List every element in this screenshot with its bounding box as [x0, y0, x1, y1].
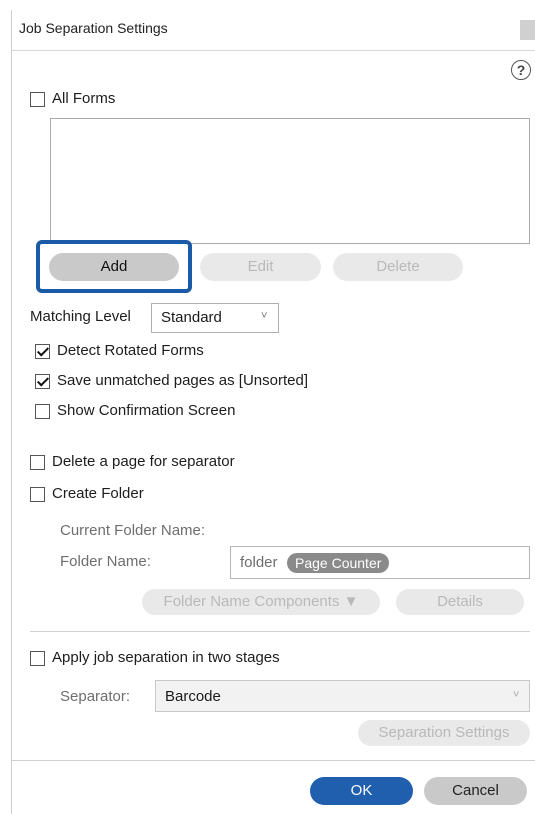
create-folder-label: Create Folder — [52, 485, 144, 502]
title-bar: Job Separation Settings — [12, 10, 535, 50]
window-title: Job Separation Settings — [19, 20, 168, 36]
separator-select[interactable]: Barcode ˅ — [155, 680, 530, 712]
delete-button[interactable]: Delete — [333, 253, 463, 281]
title-bar-control[interactable] — [520, 20, 535, 40]
detect-rotated-label: Detect Rotated Forms — [57, 342, 204, 359]
delete-page-label: Delete a page for separator — [52, 453, 235, 470]
two-stage-label: Apply job separation in two stages — [52, 649, 280, 666]
show-confirmation-checkbox[interactable] — [35, 404, 50, 419]
current-folder-name-label: Current Folder Name: — [60, 522, 206, 539]
separator-label: Separator: — [60, 688, 131, 705]
ok-button[interactable]: OK — [310, 777, 413, 805]
add-button[interactable]: Add — [49, 253, 179, 281]
save-unmatched-label: Save unmatched pages as [Unsorted] — [57, 372, 308, 389]
all-forms-label: All Forms — [52, 90, 116, 107]
edit-button[interactable]: Edit — [200, 253, 321, 281]
delete-page-checkbox[interactable] — [30, 455, 45, 470]
folder-name-text: folder — [240, 554, 278, 571]
chevron-down-icon: ˅ — [261, 310, 268, 322]
folder-name-label: Folder Name: — [60, 553, 151, 570]
details-button[interactable]: Details — [396, 589, 524, 615]
footer-divider — [12, 760, 535, 761]
create-folder-checkbox[interactable] — [30, 487, 45, 502]
save-unmatched-checkbox[interactable] — [35, 374, 50, 389]
matching-level-select[interactable]: Standard ˅ — [151, 303, 279, 333]
folder-name-components-button[interactable]: Folder Name Components ▼ — [142, 589, 380, 615]
matching-level-value: Standard — [161, 309, 222, 326]
matching-level-label: Matching Level — [30, 308, 131, 325]
job-separation-settings-window: Job Separation Settings ? All Forms Add … — [0, 0, 535, 814]
detect-rotated-checkbox[interactable] — [35, 344, 50, 359]
show-confirmation-label: Show Confirmation Screen — [57, 402, 236, 419]
window-left-border — [11, 10, 12, 814]
title-separator — [12, 50, 535, 51]
cancel-button[interactable]: Cancel — [424, 777, 527, 805]
all-forms-checkbox[interactable] — [30, 92, 45, 107]
section-divider — [30, 631, 530, 632]
separator-value: Barcode — [165, 688, 221, 705]
two-stage-checkbox[interactable] — [30, 651, 45, 666]
help-icon[interactable]: ? — [511, 60, 531, 80]
chevron-down-icon: ˅ — [513, 689, 520, 701]
separation-settings-button[interactable]: Separation Settings — [358, 720, 530, 746]
forms-listbox[interactable] — [50, 118, 530, 244]
folder-name-field[interactable]: folder Page Counter — [230, 546, 530, 579]
page-counter-chip[interactable]: Page Counter — [287, 553, 390, 573]
